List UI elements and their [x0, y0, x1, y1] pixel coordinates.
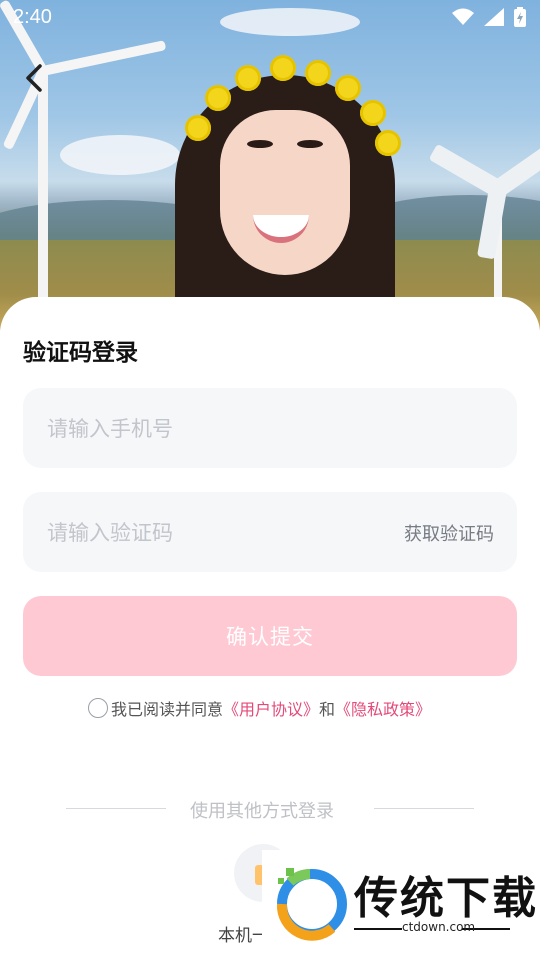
- turbine-blade: [492, 138, 540, 197]
- submit-label: 确认提交: [226, 625, 314, 649]
- page-title: 验证码登录: [23, 340, 138, 366]
- cloud: [60, 135, 180, 175]
- girl-portrait: [165, 55, 405, 330]
- status-time: 2:40: [13, 6, 52, 28]
- user-agreement-link[interactable]: 《用户协议》: [223, 696, 319, 720]
- agreement-row: 我已阅读并同意 《用户协议》 和 《隐私政策》: [88, 696, 431, 720]
- battery-icon: [514, 7, 526, 27]
- phone-input[interactable]: 请输入手机号: [23, 388, 517, 468]
- signal-icon: [484, 8, 504, 26]
- submit-button[interactable]: 确认提交: [23, 596, 517, 676]
- status-icons: [452, 7, 526, 27]
- eye: [297, 140, 323, 148]
- other-login-text: 使用其他方式登录: [190, 801, 334, 822]
- watermark-url: ctdown.com: [402, 920, 476, 934]
- divider-line: [374, 808, 474, 809]
- watermark-logo-icon: [276, 868, 347, 941]
- wind-turbine: [38, 70, 48, 320]
- wifi-icon: [452, 8, 474, 25]
- back-arrow-icon[interactable]: [22, 62, 48, 94]
- privacy-policy-link[interactable]: 《隐私政策》: [335, 696, 431, 720]
- agreement-conjunction: 和: [319, 700, 336, 719]
- flower-crown: [175, 55, 401, 156]
- watermark-line: [354, 928, 402, 930]
- get-code-button[interactable]: 获取验证码: [404, 520, 494, 546]
- phone-placeholder: 请输入手机号: [47, 417, 173, 441]
- turbine-blade: [41, 40, 167, 76]
- eye: [247, 140, 273, 148]
- face: [220, 110, 350, 275]
- watermark: 传统下载 ctdown.com: [262, 850, 540, 960]
- code-input[interactable]: 请输入验证码 获取验证码: [23, 492, 517, 572]
- other-login-divider: 使用其他方式登录: [66, 797, 474, 822]
- agreement-checkbox[interactable]: [88, 698, 108, 718]
- divider-line: [66, 808, 166, 809]
- watermark-brand: 传统下载: [354, 873, 538, 924]
- code-placeholder: 请输入验证码: [47, 521, 173, 545]
- agreement-prefix: 我已阅读并同意: [111, 700, 224, 719]
- status-bar: 2:40: [0, 0, 540, 36]
- hero-illustration: [0, 0, 540, 330]
